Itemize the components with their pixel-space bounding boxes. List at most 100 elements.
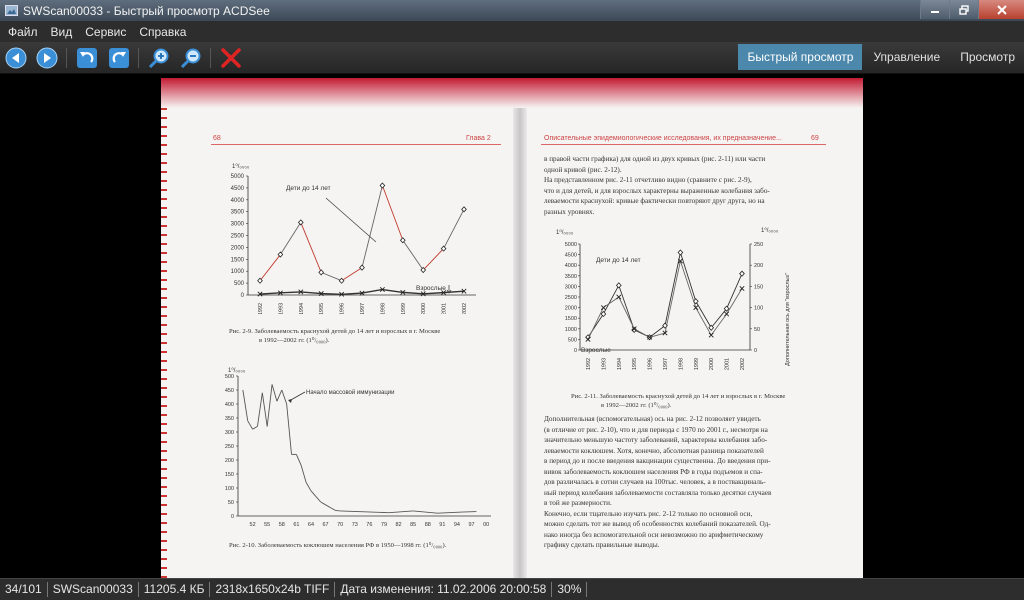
right-page-number: 69 [811,135,819,142]
fig10-series-segment [305,482,312,492]
fig11-series-1-point [708,332,714,338]
fig11-series-1-segment [618,296,635,329]
fig10-series-segment [388,510,414,514]
window-title: SWScan00033 - Быстрый просмотр ACDSee [23,3,270,18]
fig9-x-tick-label: 2001 [442,303,448,314]
delete-button[interactable] [219,46,243,70]
fig10-series-segment [295,454,302,466]
tab-quick-view[interactable]: Быстрый просмотр [738,44,863,70]
fig10-x-tick-label: 58 [279,522,285,528]
tab-view[interactable]: Просмотр [951,44,1024,70]
fig11-y-tick-label: 500 [568,337,577,343]
fig10-y-tick-label: 300 [225,430,234,436]
left-page-header: Глава 2 [466,135,491,142]
fig10-x-tick-label: 97 [468,522,474,528]
fig9-series-1-segment [361,288,383,294]
fig9-series-0-segment [443,209,465,249]
fig11-y-tick-label: 3500 [565,274,577,280]
fig11-series-1-point [739,286,745,292]
fig9-x-tick-label: 1999 [401,303,407,314]
fig9-series-0-segment [381,185,404,241]
fig11-x-tick-label: 1999 [694,358,700,370]
fig11-series-1-segment [633,328,650,338]
fig10-y-tick-label: 350 [225,416,234,422]
forward-button[interactable] [35,46,59,70]
menu-service[interactable]: Сервис [85,25,126,39]
fig11-y-tick-label: 1500 [565,316,577,322]
rotate-left-button[interactable] [75,46,99,70]
fig10-series-segment [320,501,326,506]
status-zoom: 30% [552,582,588,597]
fig10-series-segment [330,507,336,511]
fig11-unit-secondary: 1⁰/₀₀₀₀ [761,227,779,234]
fig10-y-tick-label: 150 [225,472,234,478]
maximize-button[interactable] [949,0,978,19]
menu-file[interactable]: Файл [8,25,38,39]
fig11-series-1-segment [695,307,712,336]
fig10-series-segment [437,511,462,514]
back-button[interactable] [4,46,28,70]
fig10-y-tick-label: 0 [231,514,234,520]
fig11-series-1-segment [679,260,697,308]
fig9-y-tick-label: 0 [241,293,245,299]
fig10-series-segment [266,384,273,427]
fig9-x-tick-label: 1995 [319,303,325,314]
fig9-series-0-segment [341,267,363,282]
status-size: 11205.4 КБ [139,582,211,597]
fig10-x-tick-label: 73 [352,522,358,528]
fig9-y-tick-label: 3000 [231,222,245,228]
fig10-x-tick-label: 82 [395,522,401,528]
fig11-y2-tick-label: 100 [754,306,763,312]
fig11-series-0-point [739,270,745,277]
fig10-series-segment [286,403,292,455]
fig10-series-segment [315,496,322,503]
fig9-series-1-segment [341,292,363,295]
fig10-series-segment [364,511,389,514]
fig11-series-1-segment [603,296,620,308]
fig9-x-tick-label: 2002 [462,303,468,314]
app-icon [4,4,18,18]
fig9-y-tick-label: 4500 [231,186,245,192]
fig9-series-1-segment [300,291,322,295]
fig10-x-tick-label: 88 [425,522,431,528]
tab-manage[interactable]: Управление [864,44,949,70]
fig11-series-1-point [616,294,622,300]
menu-help[interactable]: Справка [139,25,186,39]
right-page-header: Описательные эпидемиологические исследов… [544,135,782,142]
fig9-series-0-point [461,206,467,213]
fig11-y-tick-label: 4500 [565,253,577,259]
fig10-series-segment [247,420,253,430]
fig9-series-0-point [379,182,386,189]
fig9-series-0-point [359,264,365,271]
fig11-x-tick-label: 1998 [678,358,684,370]
zoom-out-button[interactable] [179,46,203,70]
fig11-y-tick-label: 0 [574,348,577,354]
fig9-x-tick-label: 1994 [299,303,305,314]
fig9-x-tick-label: 2000 [421,303,427,314]
fig10-y-tick-label: 50 [228,500,234,506]
fig10-x-tick-label: 61 [293,522,299,528]
close-button[interactable] [978,0,1024,19]
minimize-button[interactable] [920,0,949,19]
fig9-series-0-point [318,269,325,276]
fig11-x-tick-label: 2002 [740,358,746,370]
rotate-right-button[interactable] [107,46,131,70]
fig11-series-1-segment [664,260,681,334]
fig9-label-adults: Взрослые [416,285,446,292]
fig10-series-segment [252,426,258,430]
fig9-x-tick-label: 1997 [360,303,366,314]
fig11-series-0-segment [726,273,743,309]
image-viewer[interactable]: 68 Глава 2 Описательные эпидемиологическ… [0,75,1024,578]
fig11-label-adults: Взрослые [581,347,611,354]
fig11-y-tick-label: 4000 [565,263,577,269]
fig10-x-tick-label: 91 [439,522,445,528]
fig9-y-tick-label: 1500 [231,257,245,263]
zoom-in-icon [148,48,169,69]
fig11-label-children: Дети до 14 лет [596,257,641,264]
fig9-y-tick-label: 500 [234,281,245,287]
menu-view[interactable]: Вид [51,25,73,39]
left-page-number: 68 [213,135,221,142]
fig10-x-tick-label: 70 [337,522,343,528]
fig10-y-tick-label: 400 [225,402,234,408]
zoom-in-button[interactable] [147,46,171,70]
